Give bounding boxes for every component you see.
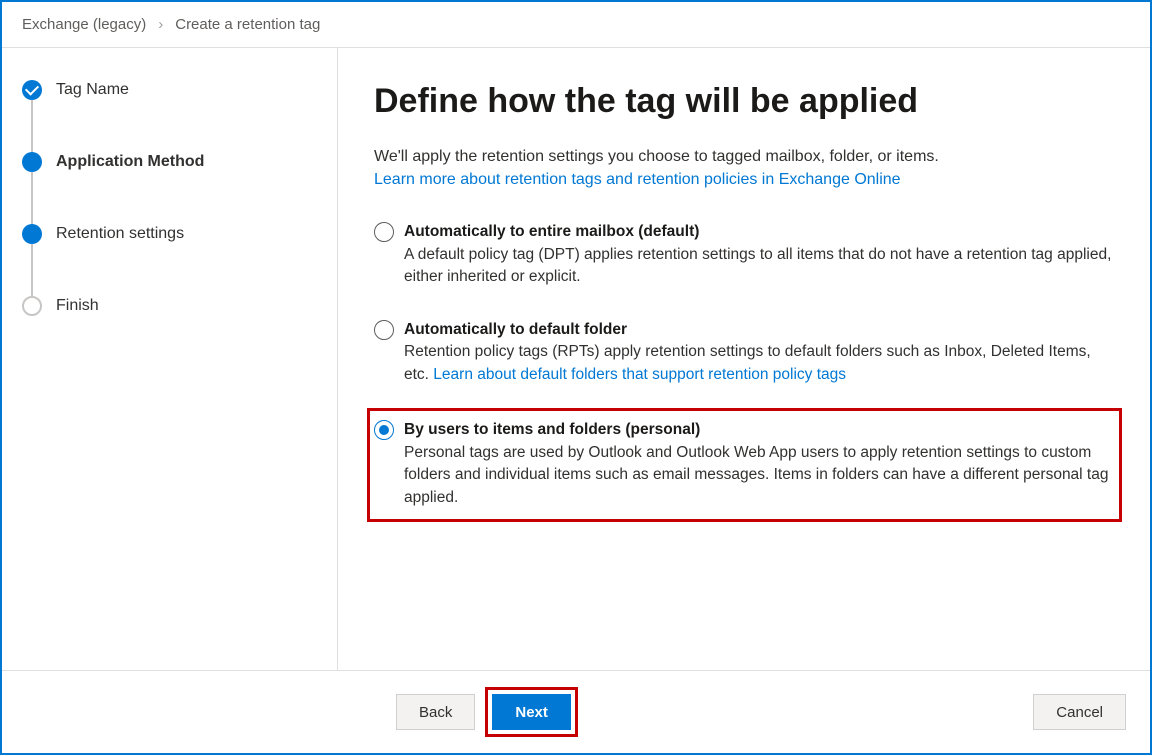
radio-button[interactable] (374, 222, 394, 242)
cancel-button[interactable]: Cancel (1033, 694, 1126, 730)
step-label: Finish (56, 297, 99, 315)
application-method-option[interactable]: Automatically to default folderRetention… (374, 311, 1122, 396)
main-content: Define how the tag will be applied We'll… (338, 48, 1150, 670)
chevron-right-icon: › (158, 16, 163, 33)
page-title: Define how the tag will be applied (374, 82, 1122, 121)
step-indicator-icon (22, 80, 42, 100)
option-title: By users to items and folders (personal) (404, 419, 1111, 441)
breadcrumb-current: Create a retention tag (175, 16, 320, 33)
step-label: Tag Name (56, 81, 129, 99)
option-title: Automatically to entire mailbox (default… (404, 221, 1114, 243)
learn-more-link[interactable]: Learn more about retention tags and rete… (374, 171, 901, 188)
step-indicator-icon (22, 224, 42, 244)
step-indicator-icon (22, 152, 42, 172)
radio-button[interactable] (374, 420, 394, 440)
step-indicator-icon (22, 296, 42, 316)
back-button[interactable]: Back (396, 694, 475, 730)
wizard-step[interactable]: Finish (22, 296, 317, 316)
intro-text: We'll apply the retention settings you c… (374, 148, 939, 165)
next-button[interactable]: Next (492, 694, 571, 730)
wizard-step[interactable]: Retention settings (22, 224, 317, 296)
wizard-footer: Back Next Cancel (2, 670, 1150, 753)
application-method-option[interactable]: By users to items and folders (personal)… (367, 408, 1122, 522)
step-label: Application Method (56, 153, 204, 171)
next-button-highlight: Next (485, 687, 578, 737)
option-title: Automatically to default folder (404, 319, 1114, 341)
wizard-step[interactable]: Application Method (22, 152, 317, 224)
application-method-option[interactable]: Automatically to entire mailbox (default… (374, 213, 1122, 298)
breadcrumb-parent[interactable]: Exchange (legacy) (22, 16, 146, 33)
radio-button[interactable] (374, 320, 394, 340)
option-description: A default policy tag (DPT) applies reten… (404, 246, 1111, 285)
option-description: Personal tags are used by Outlook and Ou… (404, 444, 1108, 506)
option-learn-more-link[interactable]: Learn about default folders that support… (433, 366, 846, 383)
step-label: Retention settings (56, 225, 184, 243)
wizard-steps-sidebar: Tag Name Application Method Retention sett… (2, 48, 338, 670)
wizard-step[interactable]: Tag Name (22, 80, 317, 152)
breadcrumb: Exchange (legacy) › Create a retention t… (2, 2, 1150, 48)
